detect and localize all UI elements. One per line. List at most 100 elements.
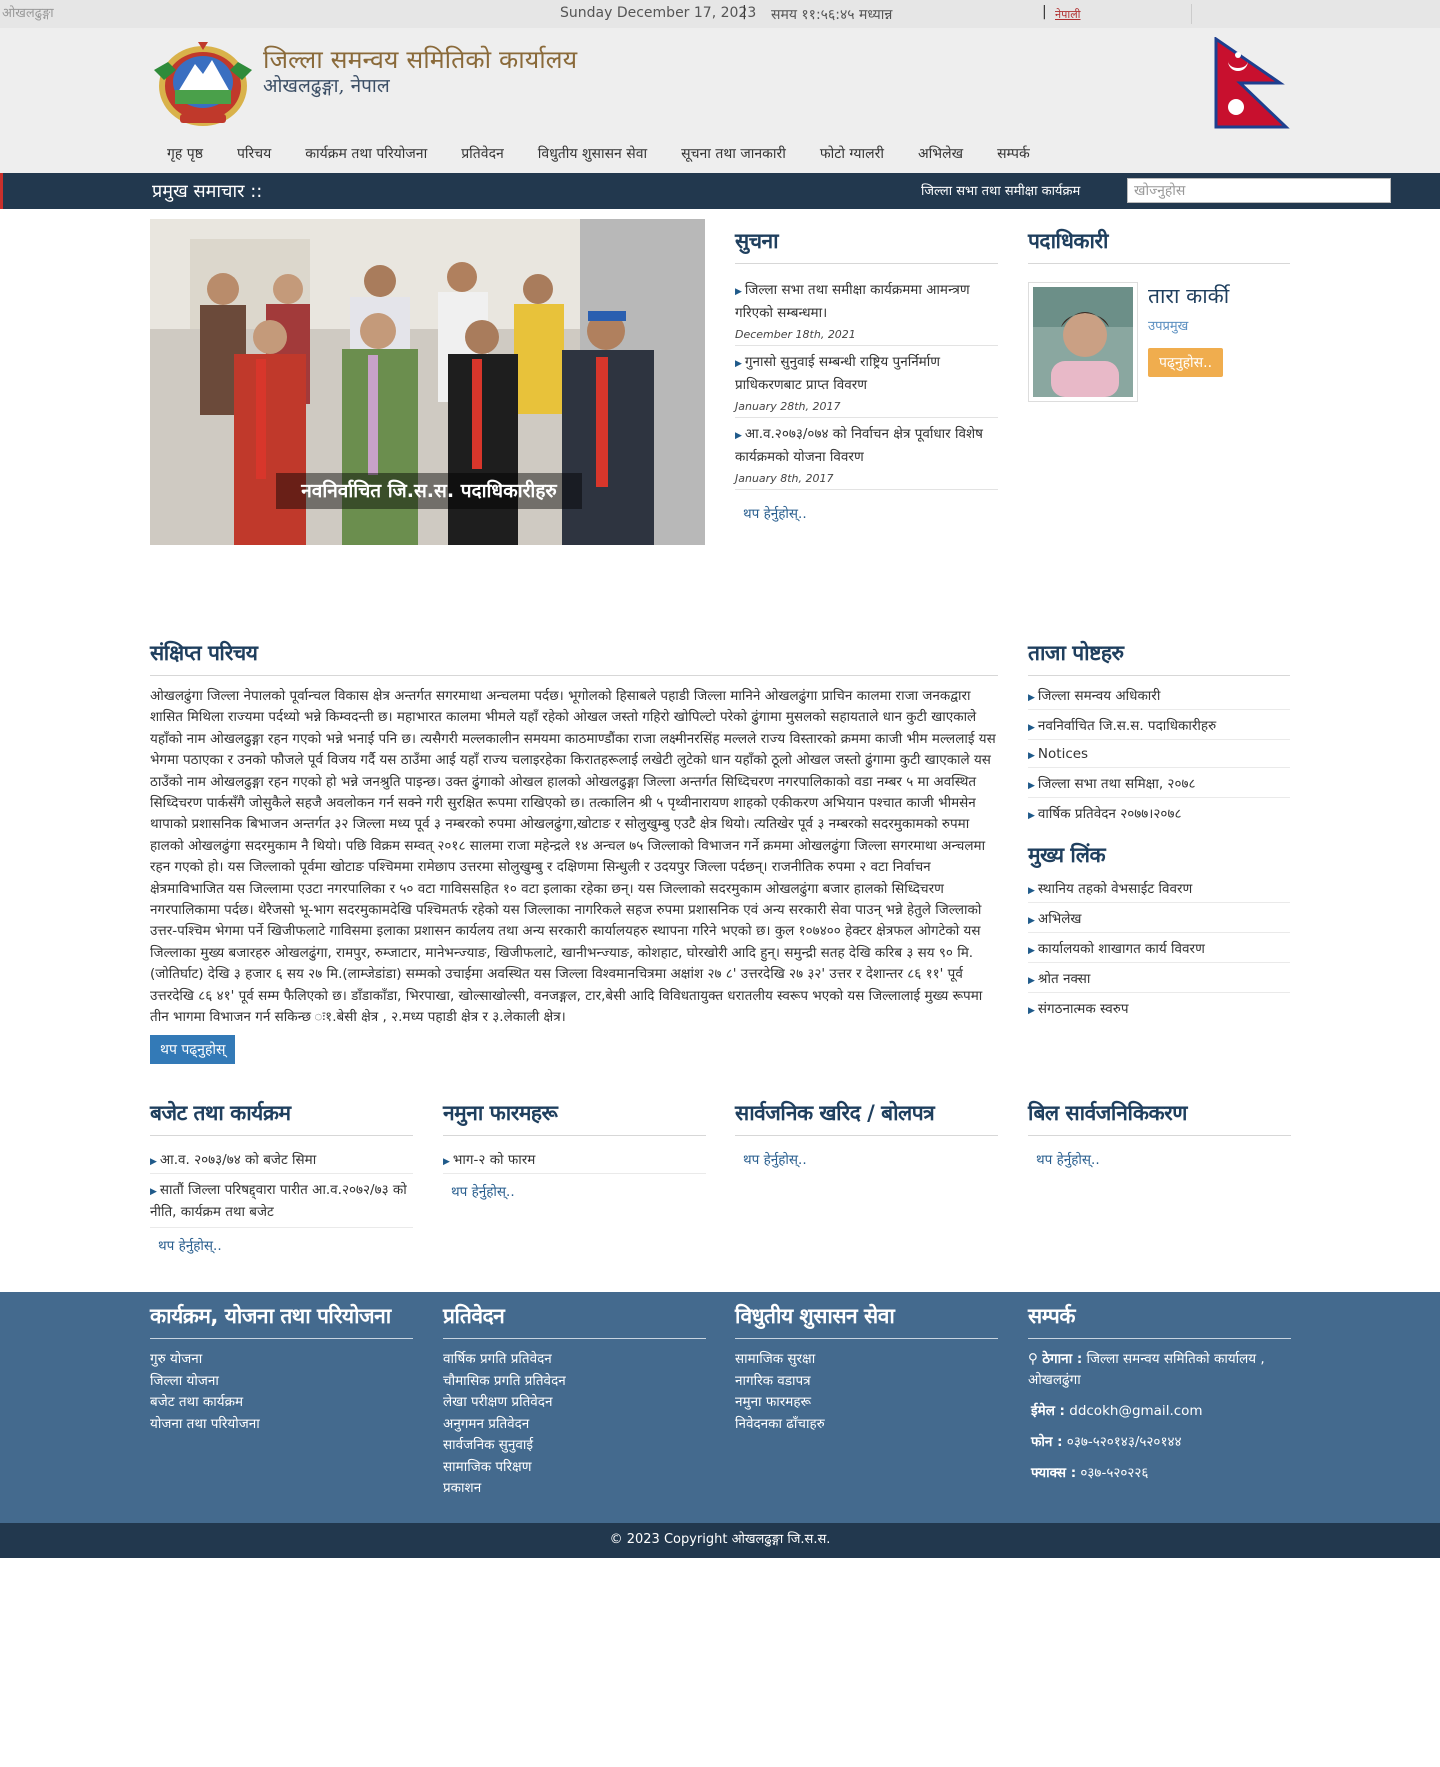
list-item[interactable]: ▶ श्रोत नक्सा [1028,963,1290,993]
bullet-arrow-icon: ▶ [735,359,742,369]
list-item-link[interactable]: आ.व. २०७३/७४ को बजेट सिमा [160,1152,316,1168]
list-item[interactable]: ▶ नवनिर्वाचित जि.स.स. पदाधिकारीहरु [1028,710,1290,740]
footer-contact: सम्पर्क ⚲ ठेगाना : जिल्ला समन्वय समितिको… [1028,1302,1291,1484]
main-links-section: मुख्य लिंक ▶ स्थानिय तहको वेभसाईट विवरण ▶… [1028,841,1290,1022]
footer-link[interactable]: निवेदनका ढाँचाहरु [735,1414,998,1436]
notice-more-link[interactable]: थप हेर्नुहोस्.. [743,504,807,522]
footer-link[interactable]: अनुगमन प्रतिवेदन [443,1414,706,1436]
notice-item[interactable]: ▶ आ.व.२०७३/०७४ को निर्वाचन क्षेत्र पूर्वा… [735,418,998,490]
footer-link[interactable]: योजना तथा परियोजना [150,1414,413,1436]
contact-fax: फ्याक्स : ०३७-५२०२२६ [1028,1463,1291,1484]
nepal-emblem-icon[interactable] [150,40,256,130]
list-item-link[interactable]: जिल्ला सभा तथा समिक्षा, २०७८ [1038,776,1196,792]
footer-reports: प्रतिवेदन वार्षिक प्रगति प्रतिवेदन चौमास… [443,1302,706,1500]
list-item[interactable]: ▶ भाग-२ को फारम [443,1144,706,1174]
list-item[interactable]: ▶ कार्यालयको शाखागत कार्य विवरण [1028,933,1290,963]
list-item-link[interactable]: कार्यालयको शाखागत कार्य विवरण [1038,941,1205,957]
footer-programs: कार्यक्रम, योजना तथा परियोजना गुरु योजना… [150,1302,413,1435]
nav-archive[interactable]: अभिलेख [901,144,980,163]
footer-link[interactable]: चौमासिक प्रगति प्रतिवेदन [443,1371,706,1393]
list-item-link[interactable]: अभिलेख [1038,911,1082,927]
bullet-arrow-icon: ▶ [1028,1006,1035,1016]
footer-heading: प्रतिवेदन [443,1302,706,1339]
contact-email: ईमेल : ddcokh@gmail.com [1028,1401,1291,1422]
footer-link[interactable]: लेखा परीक्षण प्रतिवेदन [443,1392,706,1414]
list-item-link[interactable]: वार्षिक प्रतिवेदन २०७७।२०७८ [1038,806,1182,822]
language-link[interactable]: नेपाली [1055,7,1081,22]
nav-egovernance[interactable]: विधुतीय शुसासन सेवा [521,144,664,163]
site-subtitle: ओखलढुङ्गा, नेपाल [263,75,390,97]
news-ticker-link[interactable]: जिल्ला सभा तथा समीक्षा कार्यक्रम [921,181,1080,199]
list-item[interactable]: ▶ Notices [1028,740,1290,768]
footer-link[interactable]: सार्वजनिक सुनुवाई [443,1435,706,1457]
list-item[interactable]: ▶ जिल्ला समन्वय अधिकारी [1028,680,1290,710]
list-item[interactable]: ▶ वार्षिक प्रतिवेदन २०७७।२०७८ [1028,798,1290,827]
budget-more-link[interactable]: थप हेर्नुहोस्.. [158,1236,222,1254]
bullet-arrow-icon: ▶ [1028,811,1035,821]
footer-egovernance: विधुतीय शुसासन सेवा सामाजिक सुरक्षा नागर… [735,1302,998,1435]
bills-more-link[interactable]: थप हेर्नुहोस्.. [1036,1150,1100,1168]
notice-title[interactable]: गुनासो सुनुवाई सम्बन्धी राष्ट्रिय पुनर्न… [735,354,940,393]
main-links-heading: मुख्य लिंक [1028,843,1106,867]
nav-contact[interactable]: सम्पर्क [980,144,1047,163]
intro-section: संक्षिप्त परिचय ओखलढुंगा जिल्ला नेपालको … [150,639,998,1064]
nav-programs[interactable]: कार्यक्रम तथा परियोजना [288,144,444,163]
email-value[interactable]: ddcokh@gmail.com [1069,1403,1202,1419]
notice-title[interactable]: जिल्ला सभा तथा समीक्षा कार्यक्रममा आमन्त… [735,282,970,321]
footer-link[interactable]: प्रकाशन [443,1478,706,1500]
site-header: जिल्ला समन्वय समितिको कार्यालय ओखलढुङ्गा… [0,28,1440,173]
phone-value: ०३७-५२०१४३/५२०१४४ [1066,1434,1182,1450]
footer-link[interactable]: वार्षिक प्रगति प्रतिवेदन [443,1349,706,1371]
bullet-arrow-icon: ▶ [1028,916,1035,926]
notice-date: January 28th, 2017 [735,400,841,413]
procurement-more-link[interactable]: थप हेर्नुहोस्.. [743,1150,807,1168]
list-item-link[interactable]: श्रोत नक्सा [1038,971,1090,987]
official-card: तारा कार्की उपप्रमुख पढ्नुहोस.. [1028,282,1290,402]
search-input[interactable] [1127,178,1391,203]
nav-reports[interactable]: प्रतिवेदन [444,144,521,163]
nav-home[interactable]: गृह पृष्ठ [150,144,220,163]
notice-title[interactable]: आ.व.२०७३/०७४ को निर्वाचन क्षेत्र पूर्वाध… [735,426,983,465]
footer-link[interactable]: नागरिक वडापत्र [735,1371,998,1393]
intro-readmore-button[interactable]: थप पढ्नुहोस् [150,1034,236,1064]
budget-heading: बजेट तथा कार्यक्रम [150,1099,413,1136]
list-item[interactable]: ▶ अभिलेख [1028,903,1290,933]
footer-heading: सम्पर्क [1028,1302,1291,1339]
list-item-link[interactable]: संगठनात्मक स्वरुप [1038,1001,1129,1017]
official-photo[interactable] [1028,282,1138,402]
list-item[interactable]: ▶ जिल्ला सभा तथा समिक्षा, २०७८ [1028,768,1290,798]
slider-caption: नवनिर्वाचित जि.स.स. पदाधिकारीहरु [276,473,582,509]
footer-heading: विधुतीय शुसासन सेवा [735,1302,998,1339]
list-item-link[interactable]: सातौं जिल्ला परिषद्द्वारा पारीत आ.व.२०७२… [150,1182,407,1220]
list-item-link[interactable]: जिल्ला समन्वय अधिकारी [1038,688,1160,704]
list-item-link[interactable]: नवनिर्वाचित जि.स.स. पदाधिकारीहरु [1038,718,1216,734]
list-item-link[interactable]: स्थानिय तहको वेभसाईट विवरण [1038,881,1192,897]
intro-text: ओखलढुंगा जिल्ला नेपालको पूर्वान्चल विकास… [150,688,996,1026]
footer-link[interactable]: जिल्ला योजना [150,1371,413,1393]
footer-link[interactable]: सामाजिक सुरक्षा [735,1349,998,1371]
read-more-button[interactable]: पढ्नुहोस.. [1148,348,1224,377]
forms-more-link[interactable]: थप हेर्नुहोस्.. [451,1182,515,1200]
bills-heading: बिल सार्वजनिकिकरण [1028,1099,1291,1136]
footer-link[interactable]: बजेट तथा कार्यक्रम [150,1392,413,1414]
notice-item[interactable]: ▶ जिल्ला सभा तथा समीक्षा कार्यक्रममा आमन्… [735,274,998,346]
footer-link[interactable]: सामाजिक परिक्षण [443,1457,706,1479]
list-item-link[interactable]: भाग-२ को फारम [453,1152,535,1168]
officials-heading: पदाधिकारी [1028,227,1290,264]
fax-value: ०३७-५२०२२६ [1080,1465,1149,1481]
list-item[interactable]: ▶ आ.व. २०७३/७४ को बजेट सिमा [150,1144,413,1174]
photo-slider[interactable]: नवनिर्वाचित जि.स.स. पदाधिकारीहरु [150,219,705,545]
email-label: ईमेल : [1031,1403,1065,1419]
footer-link[interactable]: गुरु योजना [150,1349,413,1371]
footer-link[interactable]: नमुना फारमहरू [735,1392,998,1414]
list-item-link[interactable]: Notices [1038,746,1088,762]
nav-photo-gallery[interactable]: फोटो ग्यालरी [803,144,901,163]
list-item[interactable]: ▶ संगठनात्मक स्वरुप [1028,993,1290,1022]
list-item[interactable]: ▶ सातौं जिल्ला परिषद्द्वारा पारीत आ.व.२०७… [150,1174,413,1228]
notice-item[interactable]: ▶ गुनासो सुनुवाई सम्बन्धी राष्ट्रिय पुनर्… [735,346,998,418]
nav-information[interactable]: सूचना तथा जानकारी [664,144,803,163]
nav-introduction[interactable]: परिचय [220,144,288,163]
list-item[interactable]: ▶ स्थानिय तहको वेभसाईट विवरण [1028,873,1290,903]
footer-heading: कार्यक्रम, योजना तथा परियोजना [150,1302,413,1339]
forms-heading: नमुना फारमहरू [443,1099,706,1136]
